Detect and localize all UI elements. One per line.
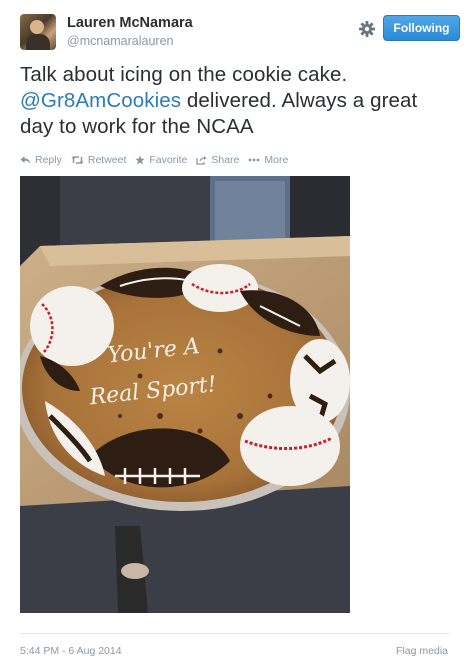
more-label: More [264, 154, 289, 166]
retweet-label: Retweet [87, 154, 127, 166]
tweet-photo[interactable]: You're A Real Sport! [20, 176, 350, 613]
tweet-header: Lauren McNamara @mcnamaralauren Followin… [20, 14, 460, 54]
tweet-text: Talk about icing on the cookie cake. @Gr… [20, 62, 450, 140]
favorite-label: Favorite [149, 154, 188, 166]
favorite-button[interactable]: Favorite [135, 154, 187, 166]
star-icon [135, 155, 145, 165]
retweet-icon [71, 156, 84, 164]
reply-button[interactable]: Reply [20, 154, 62, 166]
retweet-button[interactable]: Retweet [71, 154, 127, 166]
gear-icon[interactable] [358, 20, 376, 38]
share-button[interactable]: Share [196, 154, 239, 166]
tweet-text-part: Talk about icing on the cookie cake. [20, 63, 348, 86]
more-button[interactable]: More [248, 154, 288, 166]
user-handle[interactable]: @mcnamaralauren [67, 34, 173, 48]
share-label: Share [211, 154, 240, 166]
cookie-cake-photo: You're A Real Sport! [20, 176, 350, 613]
tweet-actions: Reply Retweet Favorite Share More [20, 153, 297, 167]
more-icon [248, 158, 260, 162]
reply-icon [20, 156, 31, 164]
following-button[interactable]: Following [383, 15, 460, 41]
avatar[interactable] [20, 14, 56, 50]
divider [20, 633, 450, 634]
reply-label: Reply [35, 154, 62, 166]
tweet-timestamp[interactable]: 5:44 PM - 6 Aug 2014 [20, 645, 122, 657]
mention-link[interactable]: @Gr8AmCookies [20, 89, 181, 112]
share-icon [196, 156, 207, 165]
display-name[interactable]: Lauren McNamara [67, 15, 193, 31]
flag-media-link[interactable]: Flag media [396, 645, 448, 657]
